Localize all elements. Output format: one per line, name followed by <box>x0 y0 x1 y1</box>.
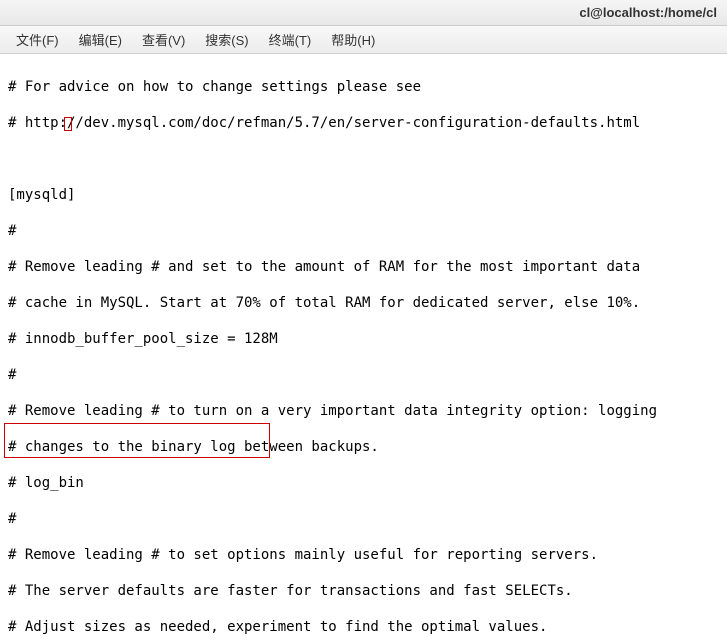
file-line: # Remove leading # to set options mainly… <box>8 546 719 564</box>
file-line: # <box>8 510 719 528</box>
menu-file[interactable]: 文件(F) <box>6 26 69 53</box>
file-line: # cache in MySQL. Start at 70% of total … <box>8 294 719 312</box>
file-line: # log_bin <box>8 474 719 492</box>
file-line: # changes to the binary log between back… <box>8 438 719 456</box>
file-line: # For advice on how to change settings p… <box>8 78 719 96</box>
file-line: # The server defaults are faster for tra… <box>8 582 719 600</box>
file-line: # http://dev.mysql.com/doc/refman/5.7/en… <box>8 114 719 132</box>
window-titlebar: cl@localhost:/home/cl <box>0 0 727 26</box>
file-line: # <box>8 222 719 240</box>
menu-edit[interactable]: 编辑(E) <box>69 26 132 53</box>
menubar: 文件(F) 编辑(E) 查看(V) 搜索(S) 终端(T) 帮助(H) <box>0 26 727 54</box>
menu-terminal[interactable]: 终端(T) <box>259 26 322 53</box>
file-line: [mysqld] <box>8 186 719 204</box>
window-title: cl@localhost:/home/cl <box>579 5 717 20</box>
file-line <box>8 150 719 168</box>
file-line: # Adjust sizes as needed, experiment to … <box>8 618 719 636</box>
file-line: # Remove leading # and set to the amount… <box>8 258 719 276</box>
menu-help[interactable]: 帮助(H) <box>321 26 385 53</box>
terminal-area[interactable]: # For advice on how to change settings p… <box>0 54 727 640</box>
file-line: # <box>8 366 719 384</box>
menu-view[interactable]: 查看(V) <box>132 26 195 53</box>
menu-search[interactable]: 搜索(S) <box>195 26 258 53</box>
file-line: # innodb_buffer_pool_size = 128M <box>8 330 719 348</box>
file-line: # Remove leading # to turn on a very imp… <box>8 402 719 420</box>
